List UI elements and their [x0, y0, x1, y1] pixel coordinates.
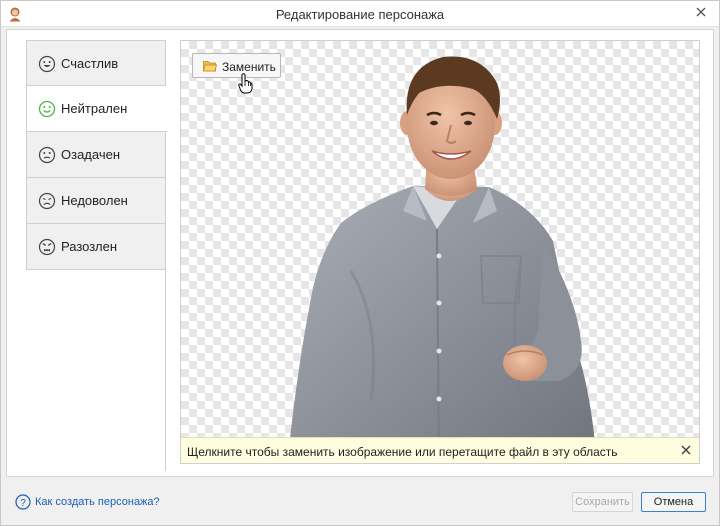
help-icon[interactable]: ?	[15, 494, 31, 510]
hand-pointer-icon	[238, 73, 253, 94]
window-close-button[interactable]	[683, 1, 719, 23]
title-bar: Редактирование персонажа	[1, 1, 719, 27]
tab-label: Недоволен	[61, 193, 128, 208]
tab-label: Озадачен	[61, 147, 121, 162]
hint-bar: Щелкните чтобы заменить изображение или …	[181, 437, 699, 463]
save-button[interactable]: Сохранить	[572, 492, 633, 512]
close-icon	[681, 445, 691, 455]
folder-open-icon	[203, 61, 217, 72]
svg-text:?: ?	[20, 498, 26, 509]
tab-label: Разозлен	[61, 239, 118, 254]
image-drop-area[interactable]: Заменить Щелкните чтобы заменить изображ…	[180, 40, 700, 464]
happy-face-icon	[38, 55, 56, 73]
close-icon	[696, 7, 706, 17]
edit-character-dialog: Редактирование персонажа Счастлив Нейтра…	[0, 0, 720, 526]
hint-text: Щелкните чтобы заменить изображение или …	[187, 445, 618, 459]
dialog-footer: ? Как создать персонажа? Сохранить Отмен…	[1, 479, 719, 525]
tab-puzzled[interactable]: Озадачен	[26, 132, 166, 178]
angry-face-icon	[38, 238, 56, 256]
tab-displeased[interactable]: Недоволен	[26, 178, 166, 224]
tab-happy[interactable]: Счастлив	[26, 40, 166, 86]
sad-face-icon	[38, 192, 56, 210]
puzzled-face-icon	[38, 146, 56, 164]
editor-panel: Счастлив Нейтрален Озадачен Недоволен Ра…	[6, 29, 714, 477]
tab-label: Счастлив	[61, 56, 119, 71]
tab-label: Нейтрален	[61, 101, 128, 116]
replace-button-label: Заменить	[222, 60, 276, 74]
tab-angry[interactable]: Разозлен	[26, 224, 166, 270]
help-link[interactable]: Как создать персонажа?	[35, 496, 160, 508]
replace-image-button[interactable]: Заменить	[192, 53, 281, 78]
hint-close-button[interactable]	[679, 444, 693, 458]
cancel-button[interactable]: Отмена	[641, 492, 706, 512]
window-title: Редактирование персонажа	[275, 7, 445, 22]
emotion-tabs: Счастлив Нейтрален Озадачен Недоволен Ра…	[26, 40, 168, 270]
neutral-smile-face-icon	[38, 100, 56, 118]
character-image	[287, 56, 597, 463]
tab-neutral[interactable]: Нейтрален	[26, 86, 168, 132]
